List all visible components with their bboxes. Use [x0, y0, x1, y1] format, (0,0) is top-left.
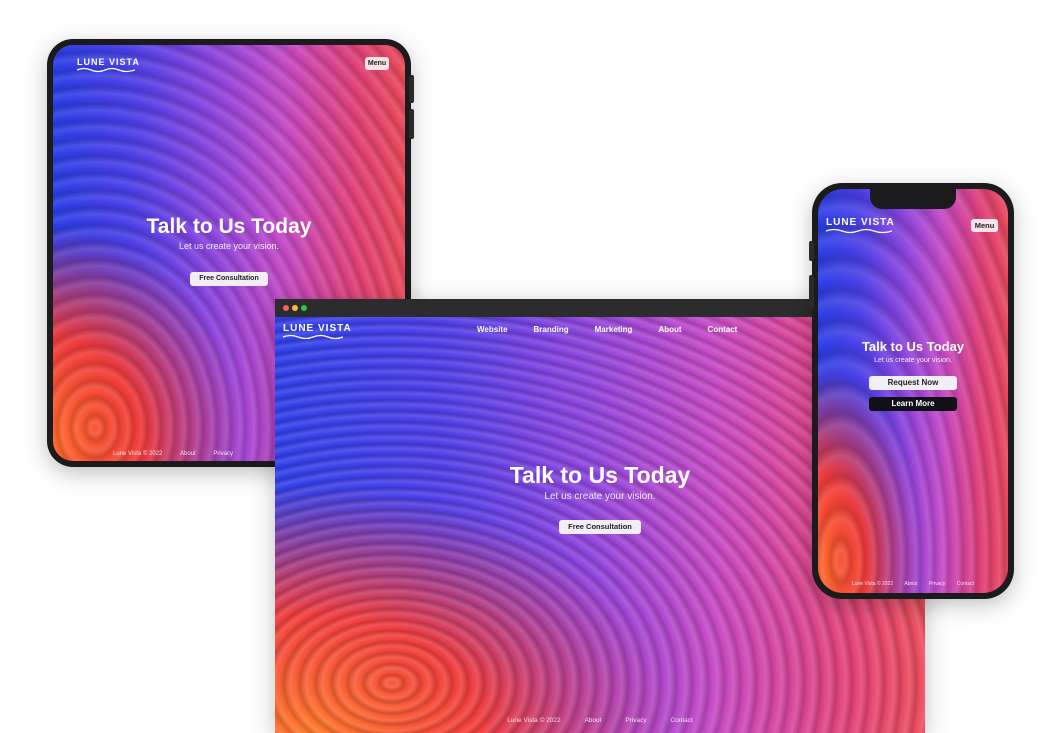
- nav-website[interactable]: Website: [477, 325, 508, 334]
- menu-button[interactable]: Menu: [971, 219, 998, 232]
- wave-icon: [826, 228, 892, 234]
- footer-copyright: Lune Vista © 2022: [851, 581, 894, 587]
- tablet-volume-button: [409, 109, 414, 139]
- close-dot[interactable]: [283, 305, 289, 311]
- footer-copyright: Lune Vista © 2022: [507, 717, 561, 724]
- footer-link-about[interactable]: About: [584, 717, 601, 724]
- footer: Lune Vista © 2022 About Privacy Contact: [818, 581, 1008, 587]
- footer-link-contact[interactable]: Contact: [957, 581, 974, 587]
- phone-volume-button: [809, 275, 814, 309]
- footer: Lune Vista © 2022 About Privacy Contact: [275, 717, 925, 724]
- brand-logo[interactable]: Lune Vista: [283, 323, 352, 340]
- footer-link-privacy[interactable]: Privacy: [929, 581, 945, 587]
- hero-subtitle: Let us create your vision.: [874, 357, 952, 364]
- hero-title: Talk to Us Today: [146, 215, 312, 238]
- footer-link-about[interactable]: About: [905, 581, 918, 587]
- phone-silent-switch: [809, 241, 814, 261]
- footer-copyright: Lune Vista © 2022: [113, 451, 163, 457]
- free-consultation-button[interactable]: Free Consultation: [190, 271, 268, 286]
- learn-more-button[interactable]: Learn More: [869, 396, 957, 411]
- phone-notch: [870, 189, 956, 209]
- footer-link-contact[interactable]: Contact: [670, 717, 692, 724]
- nav-about[interactable]: About: [658, 325, 681, 334]
- brand-logo[interactable]: Lune Vista: [77, 57, 140, 73]
- hero-subtitle: Let us create your vision.: [178, 241, 280, 251]
- hero-section: Talk to Us Today Let us create your visi…: [53, 215, 405, 286]
- wave-icon: [283, 334, 343, 340]
- footer-link-about[interactable]: About: [180, 451, 196, 457]
- phone-mockup: Lune Vista Menu Talk to Us Today Let us …: [809, 183, 1014, 599]
- footer-link-privacy[interactable]: Privacy: [625, 717, 646, 724]
- brand-logo[interactable]: Lune Vista: [826, 217, 895, 234]
- footer-link-privacy[interactable]: Privacy: [213, 451, 233, 457]
- phone-screen: Lune Vista Menu Talk to Us Today Let us …: [818, 189, 1008, 593]
- tablet-power-button: [409, 75, 414, 103]
- request-now-button[interactable]: Request Now: [869, 375, 957, 390]
- nav-contact[interactable]: Contact: [708, 325, 738, 334]
- menu-button[interactable]: Menu: [365, 57, 389, 70]
- hero-section: Talk to Us Today Let us create your visi…: [818, 339, 1008, 411]
- minimize-dot[interactable]: [292, 305, 298, 311]
- main-nav: Website Branding Marketing About Contact: [477, 325, 737, 334]
- nav-branding[interactable]: Branding: [534, 325, 569, 334]
- free-consultation-button[interactable]: Free Consultation: [559, 519, 641, 534]
- hero-title: Talk to Us Today: [861, 339, 965, 354]
- wave-icon: [77, 67, 135, 73]
- nav-marketing[interactable]: Marketing: [595, 325, 633, 334]
- zoom-dot[interactable]: [301, 305, 307, 311]
